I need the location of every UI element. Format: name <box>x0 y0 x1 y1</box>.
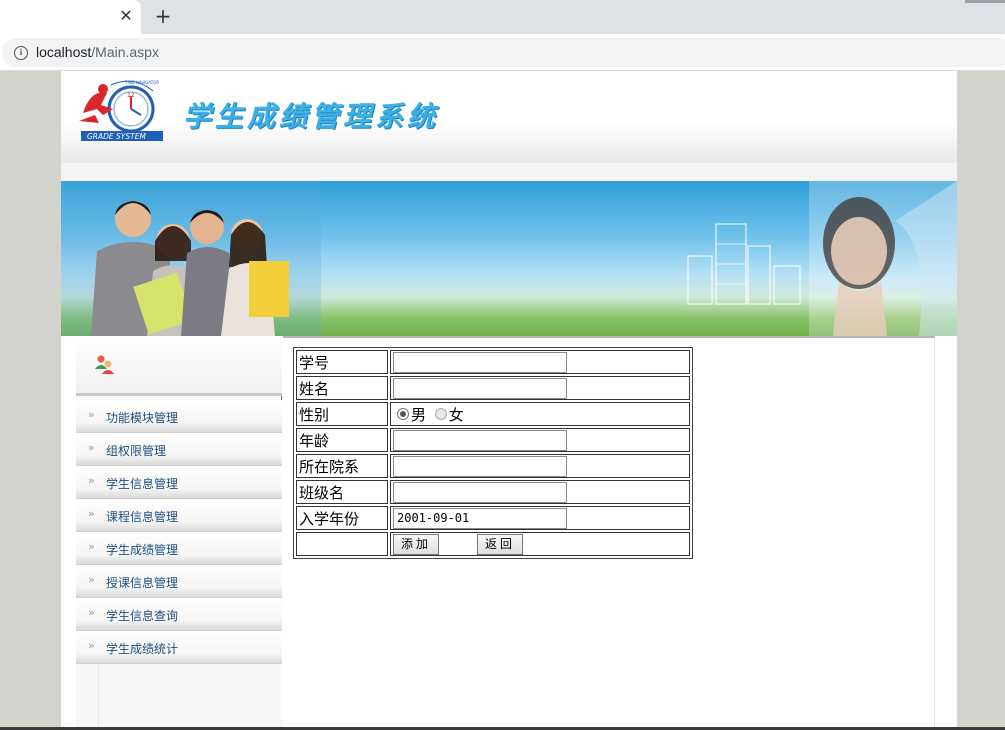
sidebar: » 功能模块管理 » 组权限管理 » 学生信息管理 » 课程信息管理 » 学生成… <box>76 336 282 730</box>
sidebar-item-student-info[interactable]: » 学生信息管理 <box>76 466 282 499</box>
sidebar-item-label: 授课信息管理 <box>106 576 179 590</box>
grade-system-logo: 12 TIME NAVIGATOR GRADE SYSTEM <box>79 80 163 141</box>
gender-female-label[interactable]: 女 <box>449 406 464 424</box>
chevron-right-icon: » <box>88 639 95 652</box>
sidebar-item-course-info[interactable]: » 课程信息管理 <box>76 499 282 532</box>
browser-tab[interactable]: ✕ <box>0 0 141 34</box>
sidebar-item-student-query[interactable]: » 学生信息查询 <box>76 598 282 631</box>
page-header: 12 TIME NAVIGATOR GRADE SYSTEM 学生成绩管理系统 <box>61 71 957 163</box>
sidebar-item-group-permissions[interactable]: » 组权限管理 <box>76 433 282 466</box>
chevron-right-icon: » <box>88 474 95 487</box>
chevron-right-icon: » <box>88 540 95 553</box>
sidebar-item-label: 功能模块管理 <box>106 411 179 425</box>
address-bar[interactable]: i localhost/Main.aspx <box>2 38 1005 67</box>
student-id-input[interactable] <box>393 351 567 373</box>
page: 12 TIME NAVIGATOR GRADE SYSTEM 学生成绩管理系统 <box>61 71 957 730</box>
gender-female-radio[interactable] <box>434 408 447 420</box>
chevron-right-icon: » <box>88 408 95 421</box>
chevron-right-icon: » <box>88 573 95 586</box>
form-row-age: 年龄 <box>296 428 690 452</box>
form-row-enroll-year: 入学年份 2001-09-01 <box>296 506 690 530</box>
chevron-right-icon: » <box>88 606 95 619</box>
main-content: 学号 姓名 性别 男 女 年龄 所在院系 班级名 入学年份 2001-09-01… <box>283 336 935 730</box>
sidebar-header <box>76 336 282 396</box>
window-edge <box>965 0 1005 3</box>
users-group-icon <box>95 355 114 374</box>
sidebar-item-module-management[interactable]: » 功能模块管理 <box>76 400 282 433</box>
enroll-year-label: 入学年份 <box>296 506 388 530</box>
back-button[interactable]: 返回 <box>477 533 524 555</box>
add-student-form: 学号 姓名 性别 男 女 年龄 所在院系 班级名 入学年份 2001-09-01… <box>293 347 693 559</box>
logo-arc-text: TIME NAVIGATOR <box>124 80 159 85</box>
site-info-icon[interactable]: i <box>14 46 28 60</box>
class-input[interactable] <box>393 481 567 503</box>
sidebar-item-teaching-info[interactable]: » 授课信息管理 <box>76 565 282 598</box>
sidebar-item-grade-management[interactable]: » 学生成绩管理 <box>76 532 282 565</box>
sidebar-item-label: 学生成绩管理 <box>106 543 179 557</box>
form-row-department: 所在院系 <box>296 454 690 478</box>
age-label: 年龄 <box>296 428 388 452</box>
department-input[interactable] <box>393 455 567 477</box>
name-label: 姓名 <box>296 376 388 400</box>
form-row-class: 班级名 <box>296 480 690 504</box>
gender-label: 性别 <box>296 402 388 426</box>
department-label: 所在院系 <box>296 454 388 478</box>
banner-people-photo <box>61 181 321 336</box>
header-divider <box>61 163 957 181</box>
banner-girl-photo <box>809 181 957 336</box>
form-row-gender: 性别 男 女 <box>296 402 690 426</box>
logo-clock-number: 12 <box>127 92 135 99</box>
form-row-student-id: 学号 <box>296 350 690 374</box>
age-input[interactable] <box>393 429 567 451</box>
gender-male-radio[interactable] <box>397 408 409 420</box>
sidebar-item-grade-statistics[interactable]: » 学生成绩统计 <box>76 631 282 664</box>
url-text[interactable]: localhost/Main.aspx <box>36 44 159 60</box>
sidebar-divider <box>98 664 99 730</box>
form-row-actions: 添加 返回 <box>296 532 690 556</box>
class-label: 班级名 <box>296 480 388 504</box>
logo-text: GRADE SYSTEM <box>87 132 146 141</box>
browser-tabstrip: ✕ + <box>0 0 1005 34</box>
sidebar-item-label: 组权限管理 <box>106 444 167 458</box>
url-host: localhost <box>36 44 92 60</box>
sidebar-item-label: 学生成绩统计 <box>106 642 179 656</box>
name-input[interactable] <box>393 377 567 399</box>
actions-label-cell <box>296 532 388 556</box>
sidebar-item-label: 学生信息查询 <box>106 609 179 623</box>
sidebar-item-label: 学生信息管理 <box>106 477 179 491</box>
add-button[interactable]: 添加 <box>393 533 440 555</box>
form-row-name: 姓名 <box>296 376 690 400</box>
chevron-right-icon: » <box>88 507 95 520</box>
student-id-label: 学号 <box>296 350 388 374</box>
sidebar-menu: » 功能模块管理 » 组权限管理 » 学生信息管理 » 课程信息管理 » 学生成… <box>76 400 282 664</box>
new-tab-icon[interactable]: + <box>152 5 174 27</box>
enroll-year-input[interactable]: 2001-09-01 <box>393 507 567 529</box>
sidebar-footer <box>76 664 282 730</box>
banner-buildings-illustration <box>687 223 801 305</box>
url-path: /Main.aspx <box>91 44 159 60</box>
gender-male-label[interactable]: 男 <box>411 406 426 424</box>
close-tab-icon[interactable]: ✕ <box>116 6 136 26</box>
browser-toolbar: i localhost/Main.aspx <box>0 34 1005 71</box>
system-title: 学生成绩管理系统 <box>183 100 440 133</box>
sidebar-item-label: 课程信息管理 <box>106 510 179 524</box>
chevron-right-icon: » <box>88 441 95 454</box>
banner-image <box>61 181 957 336</box>
